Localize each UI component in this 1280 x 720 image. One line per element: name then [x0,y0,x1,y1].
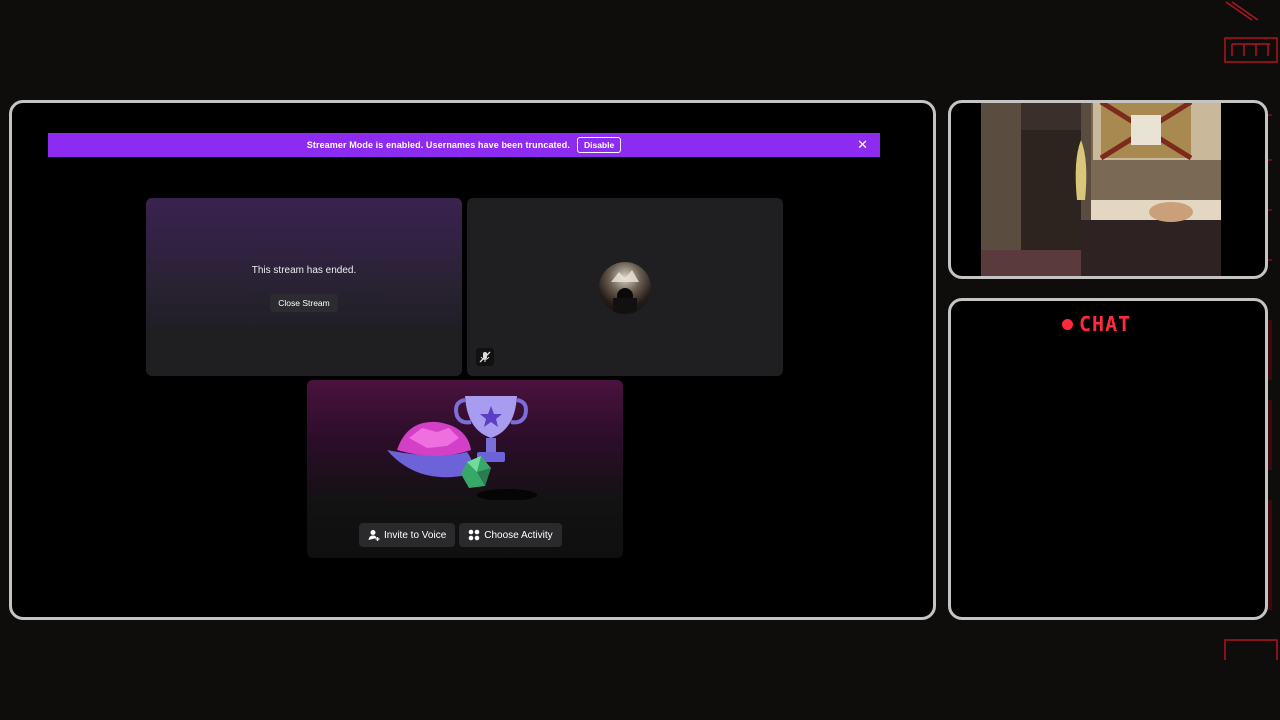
close-icon[interactable]: ✕ [857,137,868,153]
add-person-icon [368,530,380,541]
avatar [599,262,651,314]
mic-muted-icon [476,348,494,366]
webcam-feed [981,103,1221,276]
corner-logo-top [1224,1,1278,63]
chat-title: CHAT [1062,312,1131,336]
chat-panel [948,298,1268,620]
banner-message: Streamer Mode is enabled. Usernames have… [306,140,570,150]
close-stream-button[interactable]: Close Stream [270,294,338,312]
invite-to-voice-button[interactable]: Invite to Voice [359,523,456,547]
choose-activity-button[interactable]: Choose Activity [459,523,562,547]
stream-ended-text: This stream has ended. [251,265,357,276]
choose-activity-label: Choose Activity [484,529,553,541]
chat-title-label: CHAT [1079,312,1132,336]
activity-illustration [387,396,537,500]
activity-tile: Invite to Voice Choose Activity [307,380,623,558]
streamer-mode-banner: Streamer Mode is enabled. Usernames have… [48,133,880,157]
stream-tile[interactable]: This stream has ended. Close Stream [146,198,462,376]
live-dot-icon [1062,318,1073,330]
invite-to-voice-label: Invite to Voice [384,529,447,541]
webcam-frame [948,100,1268,279]
activity-icon [468,529,480,541]
disable-streamer-mode-button[interactable]: Disable [576,137,622,153]
user-tile[interactable] [467,198,783,376]
